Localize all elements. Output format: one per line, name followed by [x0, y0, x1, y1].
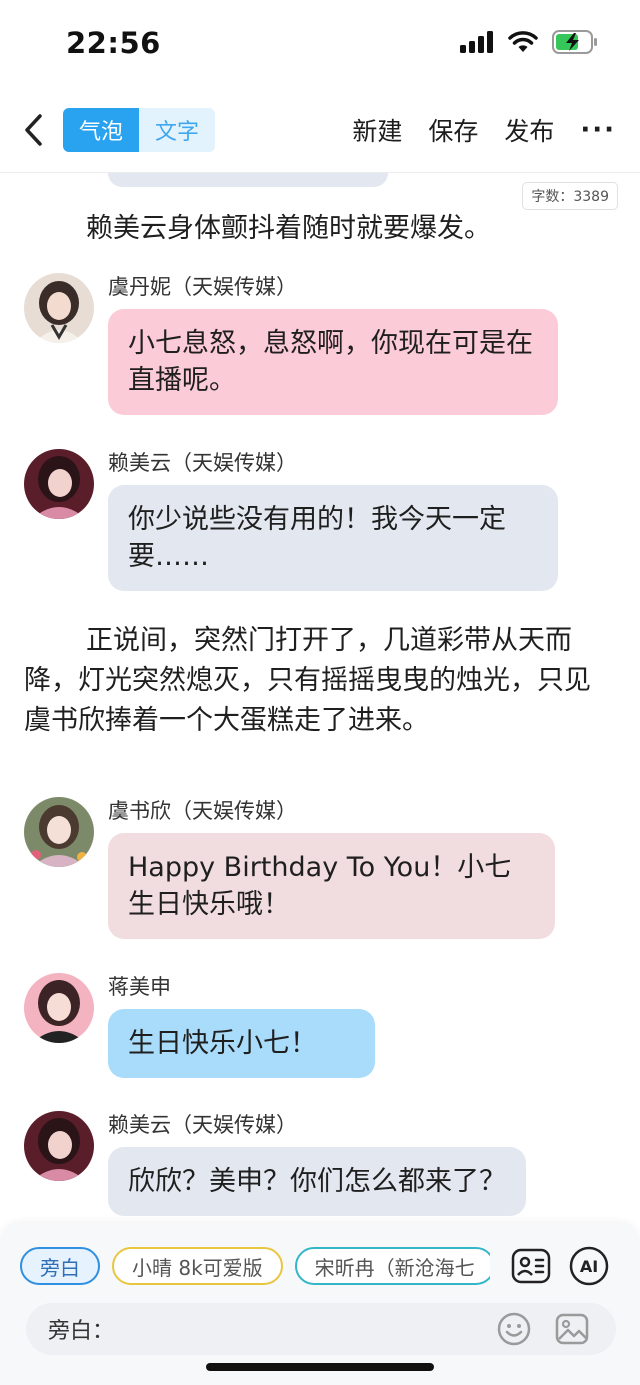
- word-count-badge: 字数：3389: [522, 182, 618, 210]
- battery-charging-icon: [552, 30, 597, 54]
- status-icons: [460, 30, 598, 54]
- avatar[interactable]: [24, 973, 94, 1043]
- publish-button[interactable]: 发布: [504, 112, 554, 148]
- message-bubble[interactable]: 小七息怒，息怒啊，你现在可是在直播呢。: [108, 309, 558, 415]
- ai-button[interactable]: AI: [568, 1245, 610, 1287]
- nav-actions: 新建 保存 发布 ···: [352, 108, 616, 152]
- narration-text[interactable]: 正说间，突然门打开了，几道彩带从天而降，灯光突然熄灭，只有摇摇曳曳的烛光，只见虞…: [24, 621, 614, 741]
- chat-message: 蒋美申 生日快乐小七！: [24, 973, 624, 1093]
- narration-text[interactable]: 赖美云身体颤抖着随时就要爆发。: [24, 209, 614, 249]
- tab-bubble[interactable]: 气泡: [63, 108, 139, 152]
- more-button[interactable]: ···: [580, 115, 616, 145]
- input-role-prefix: 旁白：: [48, 1319, 115, 1344]
- contact-card-icon: [511, 1248, 551, 1284]
- wifi-icon: [508, 31, 538, 52]
- avatar[interactable]: [24, 449, 94, 519]
- role-chip[interactable]: 宋昕冉（新沧海七: [294, 1247, 490, 1285]
- role-chip-narrator[interactable]: 旁白: [20, 1247, 100, 1285]
- sender-name: 虞丹妮（天娱传媒）: [108, 275, 297, 299]
- contact-card-button[interactable]: [510, 1245, 552, 1287]
- ai-icon: AI: [569, 1246, 609, 1286]
- tab-text[interactable]: 文字: [139, 108, 215, 152]
- message-bubble[interactable]: Happy Birthday To You！小七生日快乐哦！: [108, 833, 555, 939]
- editor-panel: 旁白 小晴 8k可爱版 宋昕冉（新沧海七 AI 旁白：: [0, 1223, 640, 1385]
- avatar[interactable]: [24, 273, 94, 343]
- message-input[interactable]: 旁白：: [26, 1303, 616, 1355]
- chat-message: 虞丹妮（天娱传媒） 小七息怒，息怒啊，你现在可是在直播呢。: [24, 273, 624, 423]
- mode-switch: 气泡 文字: [63, 108, 215, 152]
- nav-bar: 气泡 文字 新建 保存 发布 ···: [0, 100, 640, 160]
- sender-name: 赖美云（天娱传媒）: [108, 451, 297, 475]
- status-time: 22:56: [66, 26, 161, 60]
- message-bubble[interactable]: 你少说些没有用的！我今天一定要……: [108, 485, 558, 591]
- chat-message: 虞书欣（天娱传媒） Happy Birthday To You！小七生日快乐哦！: [24, 797, 624, 947]
- home-indicator: [206, 1363, 434, 1371]
- sender-name: 蒋美申: [108, 975, 171, 999]
- new-button[interactable]: 新建: [352, 112, 402, 148]
- chat-message: 赖美云（天娱传媒） 你少说些没有用的！我今天一定要……: [24, 449, 624, 599]
- message-bubble[interactable]: 欣欣？美申？你们怎么都来了？: [108, 1147, 526, 1216]
- svg-text:AI: AI: [580, 1257, 598, 1276]
- save-button[interactable]: 保存: [428, 112, 478, 148]
- back-button[interactable]: [18, 108, 50, 152]
- signal-icon: [460, 31, 493, 53]
- back-chevron-icon: [25, 114, 42, 146]
- previous-bubble: [108, 173, 388, 187]
- avatar[interactable]: [24, 797, 94, 867]
- sender-name: 虞书欣（天娱传媒）: [108, 799, 297, 823]
- role-chip[interactable]: 小晴 8k可爱版: [112, 1247, 283, 1285]
- message-bubble[interactable]: 生日快乐小七！: [108, 1009, 375, 1078]
- avatar[interactable]: [24, 1111, 94, 1181]
- chat-message: 赖美云（天娱传媒） 欣欣？美申？你们怎么都来了？: [24, 1111, 624, 1223]
- role-selector[interactable]: 旁白 小晴 8k可爱版 宋昕冉（新沧海七: [20, 1247, 490, 1287]
- sender-name: 赖美云（天娱传媒）: [108, 1113, 297, 1137]
- status-bar: 22:56: [0, 0, 640, 86]
- image-icon[interactable]: [554, 1311, 590, 1347]
- emoji-icon[interactable]: [496, 1311, 532, 1347]
- chat-content[interactable]: 字数：3389 赖美云身体颤抖着随时就要爆发。 虞丹妮（天娱传媒） 小七息怒，息…: [0, 173, 640, 1223]
